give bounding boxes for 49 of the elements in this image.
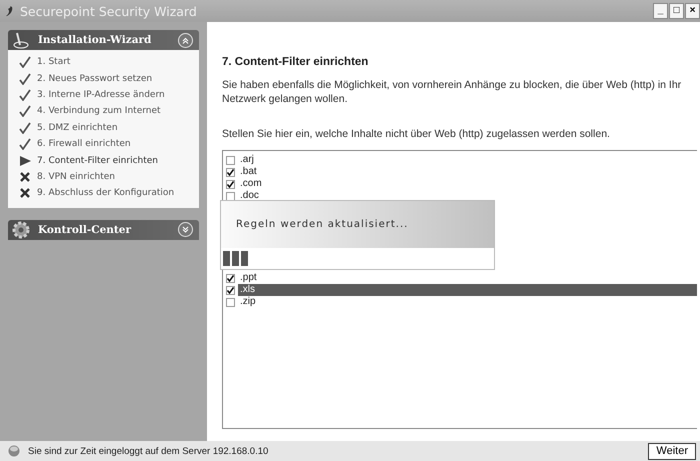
file-type-item[interactable]: .xls: [238, 284, 697, 296]
file-type-item[interactable]: .bat: [238, 166, 697, 178]
check-icon: [18, 88, 32, 101]
next-button[interactable]: Weiter: [648, 442, 696, 460]
gear-icon: [12, 220, 30, 239]
checkbox[interactable]: [226, 286, 235, 294]
wizard-step[interactable]: 7. Content-Filter einrichten: [37, 156, 158, 166]
wizard-step[interactable]: 5. DMZ einrichten: [37, 122, 118, 133]
window-title: Securepoint Security Wizard: [20, 4, 198, 18]
close-button[interactable]: ×: [685, 3, 700, 19]
minimize-button[interactable]: _: [653, 3, 668, 19]
file-type-item[interactable]: .com: [238, 178, 697, 190]
wizard-step[interactable]: 9. Abschluss der Konfiguration: [37, 188, 174, 198]
section-heading: 7. Content-Filter einrichten: [222, 56, 370, 68]
cross-icon: [18, 187, 32, 200]
check-icon: [18, 122, 32, 134]
wizard-step[interactable]: 4. Verbindung zum Internet: [37, 106, 161, 116]
app-logo-icon: [4, 5, 14, 17]
collapse-icon[interactable]: [178, 32, 193, 48]
intro-text: Sie haben ebenfalls die Möglichkeit, von vornherein Anhänge zu blocken, die über Web (http) in Ihr Netzwerk gelangen wollen.: [222, 78, 682, 106]
file-type-item[interactable]: .arj: [238, 154, 697, 166]
wizard-step[interactable]: 2. Neues Passwort setzen: [37, 74, 152, 84]
checkbox[interactable]: [226, 298, 235, 306]
cross-icon: [18, 170, 32, 183]
check-icon: [18, 138, 32, 150]
wizard-step[interactable]: 8. VPN einrichten: [37, 172, 115, 182]
status-icon: [8, 445, 20, 457]
file-type-item[interactable]: .doc: [238, 190, 697, 202]
check-icon: [18, 105, 32, 118]
check-icon: [18, 72, 32, 85]
file-type-item[interactable]: .zip: [238, 296, 697, 308]
checkbox[interactable]: [226, 192, 235, 200]
file-type-item[interactable]: .ppt: [238, 272, 697, 284]
prompt-text: Stellen Sie hier ein, welche Inhalte nicht über Web (http) zugelassen werden sollen.: [222, 127, 611, 141]
expand-icon[interactable]: [178, 222, 193, 238]
panel-header[interactable]: Kontroll-Center: [8, 220, 199, 240]
checkbox[interactable]: [226, 274, 235, 282]
panel-header[interactable]: Installation-Wizard: [8, 30, 199, 50]
triangle-icon: [18, 154, 32, 167]
check-icon: [18, 56, 32, 68]
wizard-step[interactable]: 3. Interne IP-Adresse ändern: [37, 90, 165, 100]
status-text: Sie sind zur Zeit eingeloggt auf dem Server 192.168.0.10: [28, 446, 270, 456]
checkbox[interactable]: [226, 156, 235, 164]
checkbox[interactable]: [226, 168, 235, 176]
maximize-button[interactable]: □: [669, 3, 684, 19]
progress-message: Regeln werden aktualisiert...: [221, 201, 494, 248]
wizard-step[interactable]: 1. Start: [37, 57, 70, 68]
wizard-step[interactable]: 6. Firewall einrichten: [37, 139, 131, 150]
checkbox[interactable]: [226, 180, 235, 188]
